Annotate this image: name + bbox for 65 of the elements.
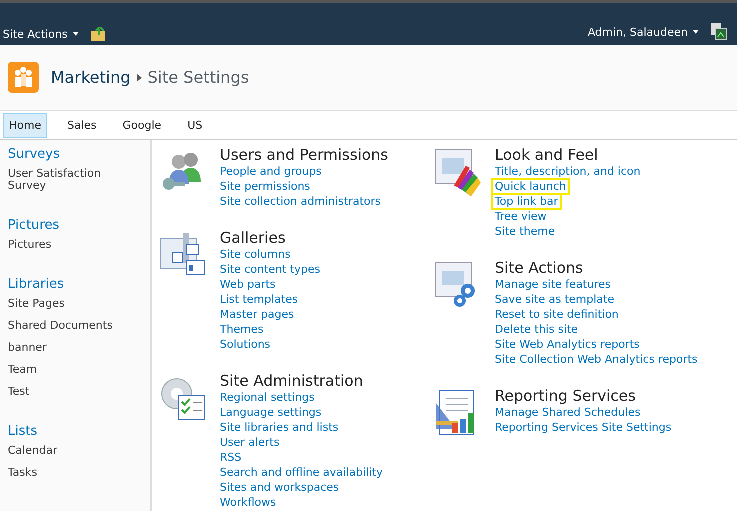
- settings-link[interactable]: Reset to site definition: [493, 308, 621, 321]
- nav-heading[interactable]: Surveys: [8, 147, 150, 162]
- nav-item[interactable]: Calendar: [8, 445, 123, 457]
- settings-link[interactable]: Site theme: [493, 225, 558, 238]
- user-menu[interactable]: Admin, Salaudeen: [588, 26, 699, 38]
- breadcrumb-arrow-icon: [136, 74, 142, 82]
- nav-heading[interactable]: Libraries: [8, 277, 150, 292]
- section-title: Galleries: [220, 229, 287, 247]
- section-title: Reporting Services: [495, 387, 637, 405]
- settings-link[interactable]: Themes: [218, 323, 266, 336]
- settings-link[interactable]: Quick launch: [493, 180, 568, 193]
- window-palette-icon: [434, 148, 482, 196]
- folder-up-icon[interactable]: [90, 27, 107, 41]
- settings-link[interactable]: Site content types: [218, 263, 323, 276]
- nav-heading[interactable]: Lists: [8, 424, 150, 439]
- section-title: Look and Feel: [495, 146, 600, 164]
- settings-link[interactable]: Delete this site: [493, 323, 580, 336]
- settings-link[interactable]: Manage Shared Schedules: [493, 406, 643, 419]
- caret-icon: [72, 32, 79, 36]
- network-icon[interactable]: [711, 23, 727, 41]
- section-title: Users and Permissions: [220, 146, 388, 164]
- settings-link[interactable]: Manage site features: [493, 278, 613, 291]
- nav-tab[interactable]: Google: [116, 112, 168, 138]
- section-title: Site Administration: [220, 372, 364, 390]
- nav-item[interactable]: Tasks: [8, 467, 123, 479]
- settings-link[interactable]: People and groups: [218, 165, 324, 178]
- nav-item[interactable]: Team: [8, 364, 123, 376]
- settings-link[interactable]: Sites and workspaces: [218, 481, 342, 494]
- settings-link[interactable]: Web parts: [218, 278, 278, 291]
- nav-item[interactable]: User Satisfaction Survey: [8, 168, 123, 192]
- settings-link[interactable]: Workflows: [218, 496, 278, 509]
- nav-item[interactable]: banner: [8, 342, 123, 354]
- settings-link[interactable]: Site columns: [218, 248, 293, 261]
- section-title: Site Actions: [495, 259, 584, 277]
- site-logo-icon: [8, 62, 39, 93]
- settings-link[interactable]: Tree view: [493, 210, 549, 223]
- nav-item[interactable]: Pictures: [8, 239, 123, 251]
- settings-link[interactable]: Site libraries and lists: [218, 421, 341, 434]
- nav-heading[interactable]: Pictures: [8, 218, 150, 233]
- nav-tab[interactable]: US: [182, 112, 209, 138]
- settings-link[interactable]: Language settings: [218, 406, 324, 419]
- caret-icon: [693, 30, 699, 34]
- nav-tab[interactable]: Sales: [61, 112, 103, 138]
- page-title: Site Settings: [148, 68, 250, 87]
- settings-link[interactable]: Site Web Analytics reports: [493, 338, 642, 351]
- site-actions-menu[interactable]: Site Actions: [3, 28, 79, 40]
- settings-link[interactable]: Site permissions: [218, 180, 312, 193]
- settings-link[interactable]: User alerts: [218, 436, 282, 449]
- site-link[interactable]: Marketing: [51, 68, 131, 87]
- settings-link[interactable]: Site collection administrators: [218, 195, 384, 208]
- settings-link[interactable]: Top link bar: [493, 195, 560, 208]
- settings-link[interactable]: Master pages: [218, 308, 296, 321]
- settings-link[interactable]: RSS: [218, 451, 244, 464]
- nav-tab[interactable]: Home: [3, 112, 48, 138]
- settings-link[interactable]: Title, description, and icon: [493, 165, 643, 178]
- settings-link[interactable]: List templates: [218, 293, 300, 306]
- settings-link[interactable]: Solutions: [218, 338, 273, 351]
- settings-link[interactable]: Reporting Services Site Settings: [493, 421, 674, 434]
- nav-item[interactable]: Site Pages: [8, 298, 123, 310]
- nav-item[interactable]: Shared Documents: [8, 320, 123, 332]
- settings-link[interactable]: Regional settings: [218, 391, 317, 404]
- settings-link[interactable]: Site Collection Web Analytics reports: [493, 353, 700, 366]
- settings-link[interactable]: Save site as template: [493, 293, 616, 306]
- nav-item[interactable]: Test: [8, 386, 123, 398]
- settings-link[interactable]: Search and offline availability: [218, 466, 385, 479]
